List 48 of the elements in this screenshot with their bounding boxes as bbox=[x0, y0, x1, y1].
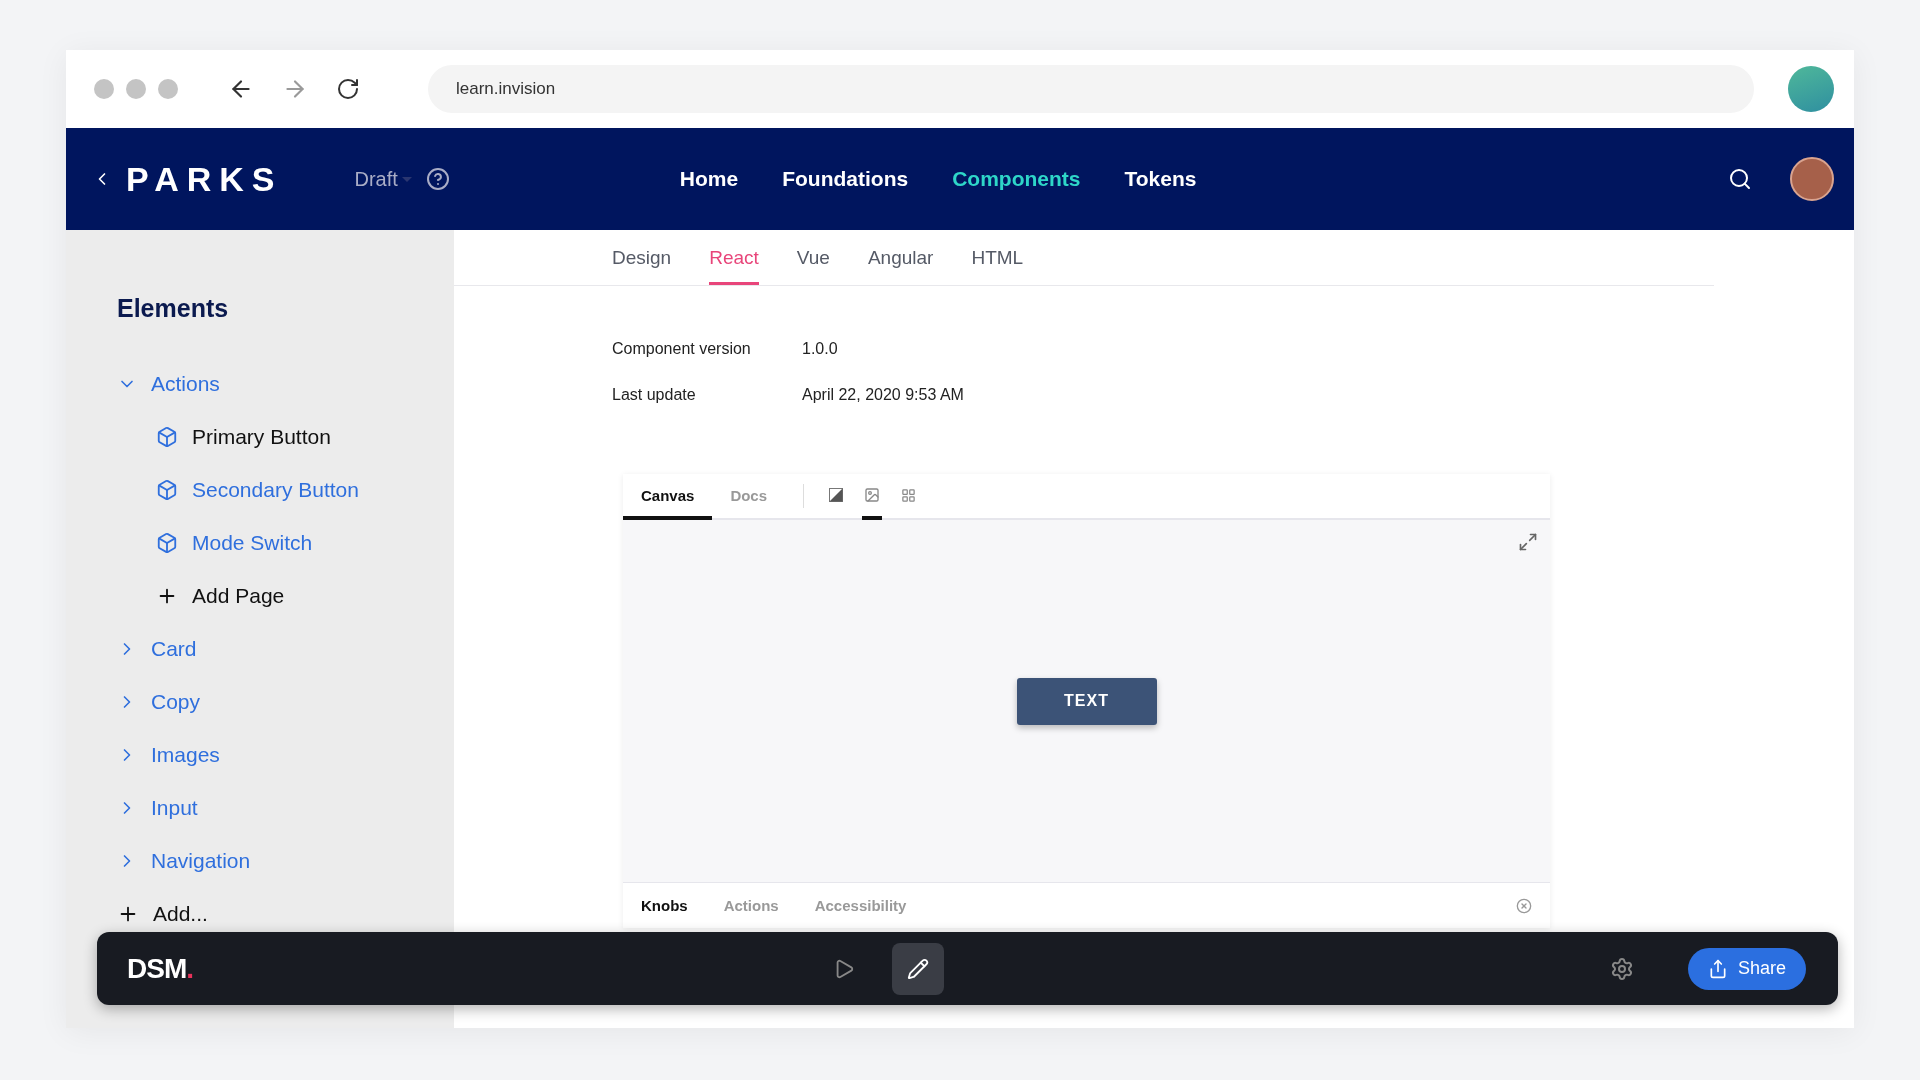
meta-value: 1.0.0 bbox=[802, 340, 839, 358]
preview-button[interactable]: TEXT bbox=[1016, 677, 1157, 725]
sidebar-group[interactable]: Card bbox=[151, 636, 197, 661]
profile-avatar[interactable] bbox=[1788, 66, 1834, 112]
dsm-logo: DSM. bbox=[127, 952, 193, 985]
address-bar[interactable]: learn.invision bbox=[428, 65, 1754, 113]
sidebar-item[interactable]: Mode Switch bbox=[192, 530, 313, 555]
framework-tab[interactable]: Vue bbox=[796, 234, 830, 285]
window-dot[interactable] bbox=[158, 79, 178, 99]
sidebar-group[interactable]: Copy bbox=[151, 689, 201, 714]
nav-link[interactable]: Components bbox=[952, 167, 1081, 191]
sidebar-group[interactable]: Images bbox=[151, 742, 220, 767]
search-icon[interactable] bbox=[1728, 167, 1752, 191]
nav-link[interactable]: Foundations bbox=[782, 167, 909, 191]
logo: PARKS bbox=[126, 159, 283, 199]
settings-icon[interactable] bbox=[1609, 956, 1634, 981]
meta-value: April 22, 2020 9:53 AM bbox=[802, 386, 965, 404]
status-dropdown[interactable]: Draft bbox=[354, 167, 412, 191]
window-dot[interactable] bbox=[126, 79, 146, 99]
sidebar-group[interactable]: Actions bbox=[151, 371, 220, 396]
expand-icon[interactable] bbox=[1518, 532, 1538, 552]
window-dot[interactable] bbox=[94, 79, 114, 99]
pencil-icon bbox=[907, 957, 930, 980]
close-icon[interactable] bbox=[1516, 897, 1532, 914]
framework-tab[interactable]: Angular bbox=[867, 234, 934, 285]
sidebar-item[interactable]: Primary Button bbox=[192, 424, 331, 449]
nav-link[interactable]: Home bbox=[679, 167, 739, 191]
addon-tab[interactable]: Knobs bbox=[641, 897, 688, 914]
share-button[interactable]: Share bbox=[1687, 947, 1806, 990]
reload-icon[interactable] bbox=[336, 77, 360, 101]
help-icon[interactable] bbox=[425, 167, 450, 191]
framework-tab[interactable]: Design bbox=[612, 234, 672, 285]
nav-link[interactable]: Tokens bbox=[1124, 167, 1197, 191]
cube-icon bbox=[156, 478, 178, 501]
sidebar-item[interactable]: Secondary Button bbox=[192, 477, 359, 502]
add-link[interactable]: Add... bbox=[153, 901, 208, 926]
framework-tab[interactable]: HTML bbox=[971, 234, 1024, 285]
sidebar-group[interactable]: Input bbox=[151, 795, 198, 820]
cube-icon bbox=[156, 531, 178, 554]
user-avatar[interactable] bbox=[1790, 157, 1834, 201]
add-link[interactable]: Add Page bbox=[192, 583, 285, 608]
edit-button[interactable] bbox=[892, 942, 945, 995]
framework-tab[interactable]: React bbox=[709, 234, 759, 285]
sidebar-title: Elements bbox=[117, 294, 230, 323]
cube-icon bbox=[156, 425, 178, 448]
meta-label: Component version bbox=[612, 340, 752, 358]
meta-label: Last update bbox=[612, 386, 697, 404]
sidebar-group[interactable]: Navigation bbox=[151, 848, 251, 873]
